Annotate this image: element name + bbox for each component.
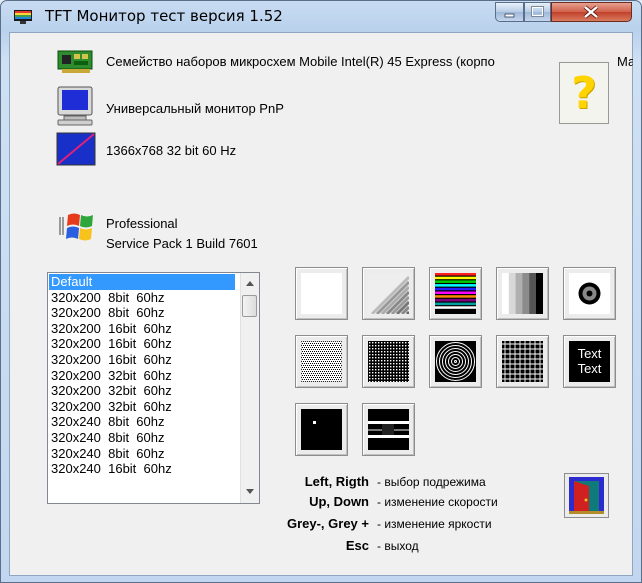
shortcut-description: - изменение скорости — [377, 495, 498, 509]
list-item[interactable]: 320x240 8bit 60hz — [49, 430, 235, 446]
video-mode-list[interactable]: Default 320x200 8bit 60hz 320x200 8bit 60h… — [47, 272, 260, 504]
gradient-diagonal-test-icon — [368, 273, 409, 314]
exit-button[interactable] — [564, 473, 609, 518]
circle-target-test-icon — [569, 273, 610, 314]
fine-dot-grid-test-button[interactable] — [362, 335, 415, 388]
maximize-button[interactable] — [524, 2, 551, 22]
exit-door-icon — [569, 477, 604, 514]
monitor-name: Универсальный монитор PnP — [106, 101, 284, 116]
crosshatch-grid-test-button[interactable] — [496, 335, 549, 388]
list-item[interactable]: 320x200 32bit 60hz — [49, 368, 235, 384]
help-question-icon: ? — [571, 67, 597, 119]
smear-bar-test-icon — [368, 409, 409, 450]
minimize-icon — [504, 13, 515, 18]
circle-target-test-button[interactable] — [563, 267, 616, 320]
title-bar[interactable]: TFT Монитор тест версия 1.52 — [1, 1, 641, 31]
list-item[interactable]: 320x200 32bit 60hz — [49, 383, 235, 399]
resolution-icon — [56, 132, 96, 166]
list-item[interactable]: 320x200 16bit 60hz — [49, 352, 235, 368]
window-title: TFT Монитор тест версия 1.52 — [45, 7, 283, 25]
text-test-icon: TextText — [569, 341, 610, 382]
main-window: TFT Монитор тест версия 1.52 Семейство н… — [0, 0, 642, 583]
scroll-down-icon[interactable] — [246, 489, 254, 494]
list-item[interactable]: 320x200 8bit 60hz — [49, 305, 235, 321]
maximize-icon — [531, 6, 544, 17]
list-item[interactable]: Default — [49, 274, 235, 290]
close-button[interactable] — [551, 2, 632, 22]
svg-text:Text: Text — [578, 346, 602, 361]
shortcut-key: Esc — [345, 538, 369, 553]
shortcut-key: Up, Down — [309, 494, 369, 509]
smear-bar-test-button[interactable] — [362, 403, 415, 456]
chipset-name: Семейство наборов микросхем Mobile Intel… — [106, 54, 495, 69]
chipset-name-tail: Май — [617, 54, 633, 69]
monitor-app-icon — [14, 10, 32, 24]
dead-pixel-test-icon — [301, 409, 342, 450]
list-scrollbar[interactable] — [240, 273, 259, 503]
help-button[interactable]: ? — [559, 62, 609, 124]
display-mode: 1366x768 32 bit 60 Hz — [106, 143, 237, 158]
scroll-up-icon[interactable] — [246, 281, 254, 286]
monitor-icon — [57, 86, 93, 126]
shortcut-description: - выход — [377, 539, 419, 553]
dead-pixel-test-button[interactable] — [295, 403, 348, 456]
text-test-button[interactable]: Text Text — [563, 335, 616, 388]
svg-text:Text: Text — [578, 361, 602, 376]
minimize-button[interactable] — [495, 2, 524, 22]
gradient-diagonal-test-button[interactable] — [362, 267, 415, 320]
list-item[interactable]: 320x240 16bit 60hz — [49, 461, 235, 477]
client-area: Семейство наборов микросхем Mobile Intel… — [9, 32, 633, 576]
checker-pattern-test-button[interactable] — [295, 335, 348, 388]
white-fill-test-button[interactable] — [295, 267, 348, 320]
gray-bars-test-button[interactable] — [496, 267, 549, 320]
chipset-card-icon — [57, 50, 93, 73]
list-item[interactable]: 320x200 16bit 60hz — [49, 321, 235, 337]
color-bars-test-button[interactable] — [429, 267, 482, 320]
white-fill-test-icon — [301, 273, 342, 314]
concentric-circles-test-button[interactable] — [429, 335, 482, 388]
list-item[interactable]: 320x200 32bit 60hz — [49, 399, 235, 415]
list-item[interactable]: 320x200 16bit 60hz — [49, 336, 235, 352]
windows-logo-icon — [59, 213, 93, 241]
shortcut-description: - выбор подрежима — [377, 475, 486, 489]
os-edition: Professional — [106, 216, 178, 231]
gray-bars-test-icon — [502, 273, 543, 314]
concentric-circles-test-icon — [435, 341, 476, 382]
shortcut-key: Grey-, Grey + — [286, 516, 369, 531]
scroll-thumb[interactable] — [242, 295, 257, 317]
close-icon — [583, 5, 599, 19]
os-service-pack: Service Pack 1 Build 7601 — [106, 236, 258, 251]
checker-pattern-test-icon — [301, 341, 342, 382]
list-item[interactable]: 320x200 8bit 60hz — [49, 290, 235, 306]
shortcut-description: - изменение яркости — [377, 517, 492, 531]
crosshatch-grid-test-icon — [502, 341, 543, 382]
list-item[interactable]: 320x240 8bit 60hz — [49, 446, 235, 462]
list-item[interactable]: 320x240 8bit 60hz — [49, 414, 235, 430]
shortcut-key: Left, Rigth — [304, 474, 369, 489]
fine-dot-grid-test-icon — [368, 341, 409, 382]
color-bars-test-icon — [435, 273, 476, 314]
